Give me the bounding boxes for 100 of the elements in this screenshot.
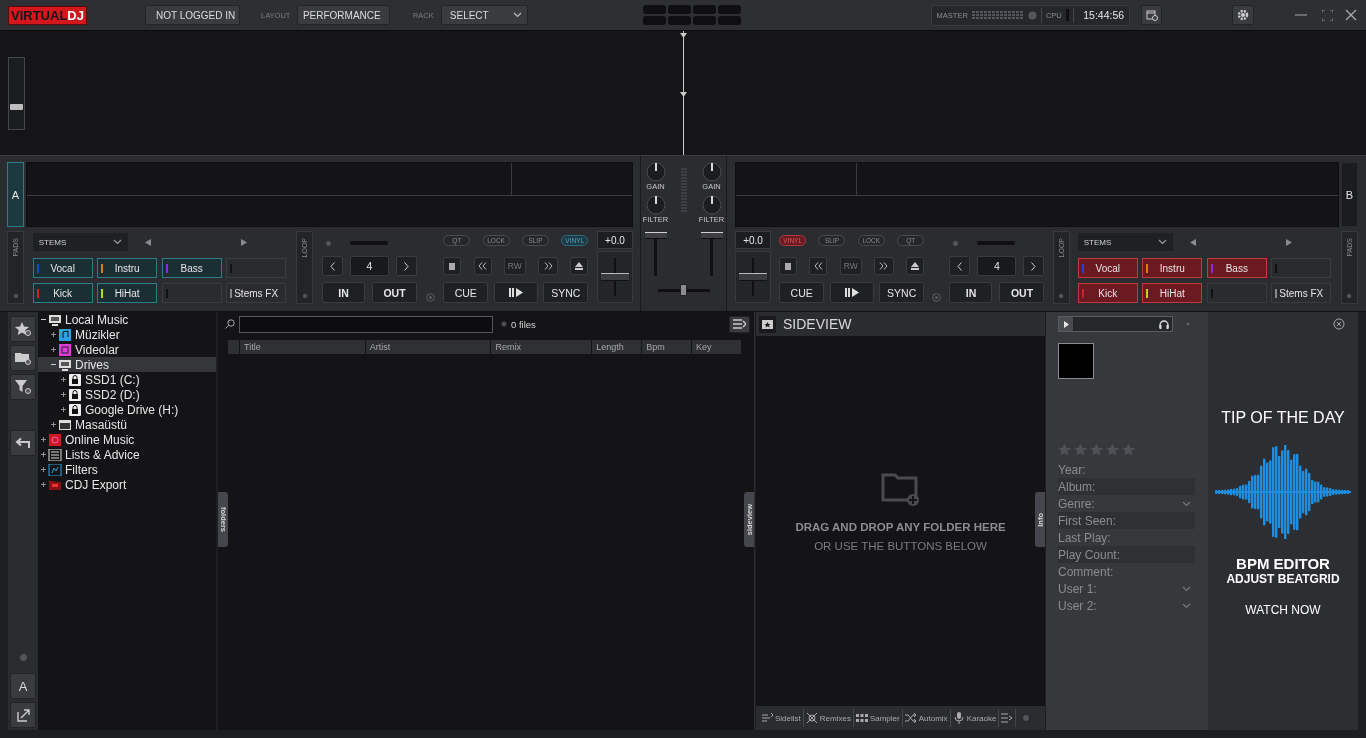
- preview-player[interactable]: [1058, 316, 1173, 332]
- watch-now-link[interactable]: WATCH NOW: [1245, 603, 1321, 617]
- sideview-tab-button[interactable]: Sidelist: [759, 709, 804, 727]
- expand-icon[interactable]: [51, 422, 56, 427]
- gain-knob[interactable]: [701, 162, 722, 182]
- folder-tree-item[interactable]: Filters: [38, 462, 216, 477]
- column-header[interactable]: Length: [592, 340, 643, 354]
- star-icon[interactable]: [1074, 443, 1087, 456]
- column-header[interactable]: Title: [240, 340, 366, 354]
- add-folder-button[interactable]: [10, 345, 36, 371]
- gain-knob[interactable]: [645, 162, 666, 182]
- next-button[interactable]: [238, 237, 249, 247]
- pitch-slider[interactable]: [735, 251, 771, 303]
- status-dot[interactable]: [1185, 321, 1191, 327]
- folder-tree-item[interactable]: Local Music: [38, 312, 216, 327]
- eject-button[interactable]: [570, 257, 589, 275]
- star-icon[interactable]: [1106, 443, 1119, 456]
- stem-pad[interactable]: Vocal: [1077, 258, 1138, 278]
- sideview-tab-button[interactable]: Karaoke: [950, 709, 1000, 727]
- sideview-tab-button[interactable]: Remixes: [803, 709, 854, 727]
- play-button[interactable]: [1059, 317, 1073, 331]
- column-header[interactable]: Key: [692, 340, 742, 354]
- gear-dot-icon[interactable]: [932, 293, 942, 302]
- folder-tree-item[interactable]: Drives: [38, 357, 216, 372]
- stop-button[interactable]: [779, 257, 798, 275]
- play-pause-button[interactable]: [493, 282, 538, 303]
- filter-knob[interactable]: [701, 195, 722, 215]
- play-pause-button[interactable]: [829, 282, 874, 303]
- close-button[interactable]: [1333, 318, 1345, 330]
- stem-pad[interactable]: Vocal: [32, 258, 93, 278]
- rewind-button[interactable]: [809, 257, 828, 275]
- stem-pad[interactable]: Instru: [97, 258, 158, 278]
- column-header[interactable]: Bpm: [642, 340, 693, 354]
- loop-out-button[interactable]: OUT: [999, 282, 1045, 303]
- folder-tree-item[interactable]: Online Music: [38, 432, 216, 447]
- collapse-icon[interactable]: [51, 362, 56, 367]
- star-icon[interactable]: [1090, 443, 1103, 456]
- folder-tree-item[interactable]: Müzikler: [38, 327, 216, 342]
- previous-button[interactable]: [1187, 237, 1198, 247]
- star-icon[interactable]: [1122, 443, 1135, 456]
- deck-letter-tab[interactable]: A: [7, 162, 24, 227]
- volume-fader[interactable]: [644, 232, 667, 276]
- expand-icon[interactable]: [61, 392, 66, 397]
- star-icon[interactable]: [1058, 443, 1071, 456]
- folder-tree-item[interactable]: CDJ Export: [38, 477, 216, 492]
- back-button[interactable]: [10, 430, 36, 456]
- deck-letter-tab[interactable]: B: [1341, 162, 1358, 227]
- loop-in-button[interactable]: IN: [949, 282, 993, 303]
- add-filter-button[interactable]: [10, 374, 36, 400]
- rack-dropdown[interactable]: SELECT: [440, 5, 528, 25]
- fast-forward-button[interactable]: [538, 257, 559, 275]
- sync-button[interactable]: SYNC: [543, 282, 589, 303]
- next-button[interactable]: [1283, 237, 1294, 247]
- pop-out-button[interactable]: [10, 702, 36, 728]
- layout-dropdown[interactable]: PERFORMANCE: [296, 5, 390, 25]
- loop-halve-button[interactable]: [949, 256, 971, 276]
- volume-fader[interactable]: [700, 232, 723, 276]
- close-button[interactable]: [1344, 8, 1358, 22]
- crossfader[interactable]: [657, 284, 710, 296]
- stem-pad[interactable]: HiHat: [97, 283, 158, 303]
- expand-icon[interactable]: [41, 467, 46, 472]
- status-dot[interactable]: [18, 653, 28, 662]
- loop-dot[interactable]: [1058, 293, 1065, 299]
- add-favorite-button[interactable]: [10, 316, 36, 342]
- pads-dot[interactable]: [12, 293, 19, 299]
- stems-fx-pad[interactable]: Stems FX: [1271, 283, 1332, 303]
- sideview-tab-button[interactable]: Automix: [902, 709, 951, 727]
- settings-button[interactable]: [1232, 5, 1255, 25]
- stems-fx-pad[interactable]: Stems FX: [226, 283, 287, 303]
- folder-tree-item[interactable]: SSD1 (C:): [38, 372, 216, 387]
- loop-size[interactable]: 4: [349, 256, 389, 276]
- text-size-button[interactable]: A: [10, 673, 36, 699]
- vertical-slider[interactable]: [8, 57, 25, 130]
- expand-icon[interactable]: [61, 407, 66, 412]
- cue-button[interactable]: CUE: [443, 282, 489, 303]
- stem-pad[interactable]: Kick: [1077, 283, 1138, 303]
- status-dot[interactable]: [1022, 714, 1031, 722]
- stems-dropdown[interactable]: STEMS: [1077, 233, 1173, 251]
- expand-icon[interactable]: [51, 347, 56, 352]
- folder-tree-item[interactable]: Videolar: [38, 342, 216, 357]
- stem-pad[interactable]: Bass: [161, 258, 222, 278]
- gear-dot-icon[interactable]: [425, 293, 435, 302]
- expand-icon[interactable]: [41, 437, 46, 442]
- collapse-icon[interactable]: [41, 317, 46, 322]
- stop-button[interactable]: [443, 257, 462, 275]
- rw-button[interactable]: RW: [503, 257, 526, 275]
- calendar-clock-button[interactable]: [1141, 5, 1163, 25]
- sync-button[interactable]: SYNC: [879, 282, 925, 303]
- loop-double-button[interactable]: [395, 256, 417, 276]
- add-to-list-button[interactable]: [999, 709, 1017, 727]
- list-options-button[interactable]: [729, 315, 750, 333]
- column-header[interactable]: Remix: [491, 340, 593, 354]
- folder-tree-item[interactable]: Masaüstü: [38, 417, 216, 432]
- sideview-tab-button[interactable]: Sampler: [853, 709, 903, 727]
- folder-tree-item[interactable]: SSD2 (D:): [38, 387, 216, 402]
- loop-double-button[interactable]: [1023, 256, 1045, 276]
- stem-pad[interactable]: Kick: [32, 283, 93, 303]
- eject-button[interactable]: [906, 257, 925, 275]
- pads-dot[interactable]: [1346, 293, 1353, 299]
- stem-pad[interactable]: Bass: [1206, 258, 1267, 278]
